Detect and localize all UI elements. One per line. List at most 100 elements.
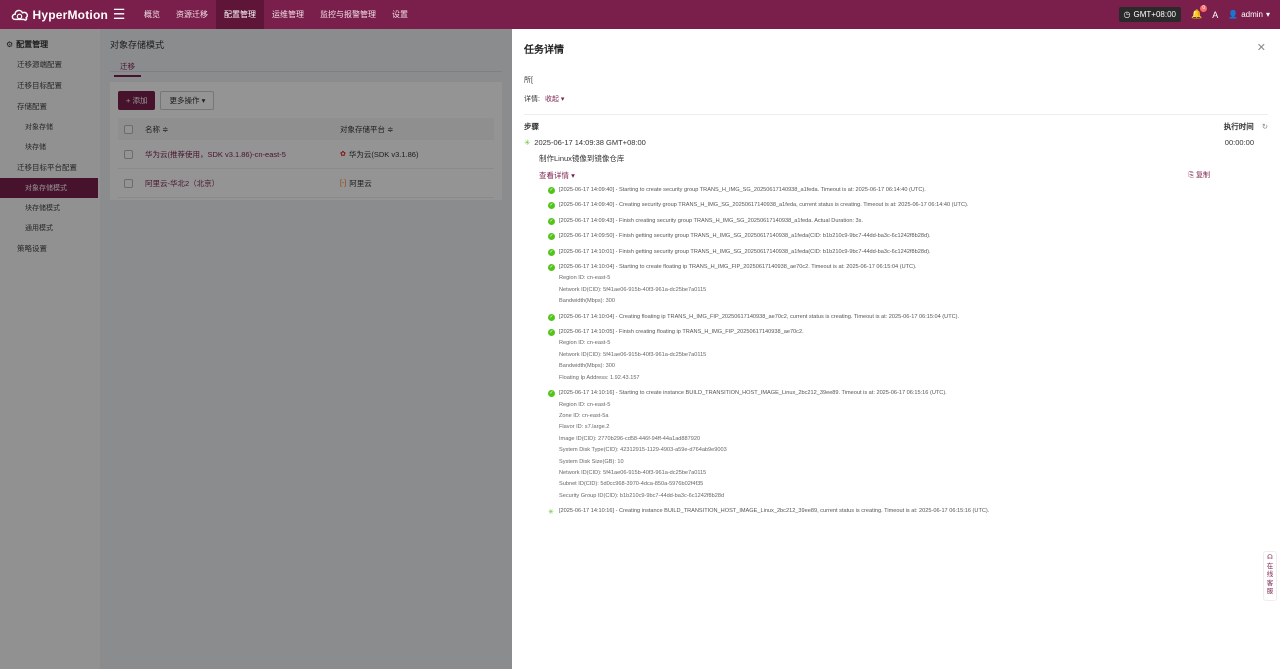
top-bar: HyperMotion ☰ 概览 资源迁移 配置管理 运维管理 监控与报警管理 …	[0, 0, 1280, 29]
user-name: admin	[1241, 10, 1263, 19]
log-text: System Disk Type(CID): 42312915-1129-490…	[559, 447, 727, 454]
chevron-down-icon: ▾	[560, 96, 565, 103]
log-text: [2025-06-17 14:09:40] - Starting to crea…	[559, 187, 926, 193]
support-char: 线	[1266, 571, 1274, 578]
log-entry: ✓ [2025-06-17 14:10:04] - Creating floati…	[548, 312, 1268, 323]
log-text: Image ID(CID): 2770b296-cd58-446f-94ff-4…	[559, 435, 701, 442]
online-support-label: 在线客服	[1264, 563, 1276, 597]
log-detail: System Disk Size(GB): 10	[548, 457, 1268, 468]
drawer-info-label: 所[	[524, 77, 533, 84]
check-circle-icon: ✓	[548, 202, 555, 210]
log-entry: ✓ [2025-06-17 14:09:40] - Creating securi…	[548, 200, 1268, 211]
close-icon[interactable]: ✕	[1257, 41, 1266, 54]
log-entry: ✓ [2025-06-17 14:10:05] - Finish creating…	[548, 327, 1268, 338]
nav-settings[interactable]: 设置	[384, 0, 416, 29]
collapse-toggle[interactable]: 收起 ▾	[545, 94, 564, 104]
check-circle-icon: ✓	[548, 264, 555, 272]
log-text: Network ID(CID): 5f41ae06-915b-40f3-961a…	[559, 469, 707, 476]
nav-overview[interactable]: 概览	[136, 0, 168, 29]
step-name: 制作Linux镜像到镜像仓库	[539, 154, 625, 163]
log-list: ✓ [2025-06-17 14:09:40] - Starting to cre…	[548, 185, 1268, 518]
log-detail: Bandwidth(Mbps): 300	[548, 296, 1268, 307]
support-char: 客	[1266, 579, 1274, 587]
log-entry: ✓ [2025-06-17 14:10:01] - Finish getting …	[548, 247, 1268, 258]
log-text: Zone ID: cn-east-5a	[559, 412, 609, 419]
timezone-selector[interactable]: ◷ GMT+08:00	[1118, 7, 1181, 22]
check-circle-icon: ✓	[548, 329, 555, 337]
copy-button[interactable]: ⎘ 复制	[1188, 170, 1210, 181]
log-text: Subnet ID(CID): 5d0cc968-3970-4dca-850a-…	[559, 481, 704, 488]
log-entry: ✓ [2025-06-17 14:10:04] - Starting to cre…	[548, 262, 1268, 273]
log-detail: Flavor ID: s7.large.2	[548, 422, 1268, 433]
step-duration: 00:00:00	[1224, 138, 1254, 147]
step-row: ✳ 2025-06-17 14:09:38 GMT+08:00 00:00:00	[524, 138, 1268, 147]
exec-time-label: 执行时间	[1223, 122, 1254, 131]
cloud-logo-icon	[11, 9, 28, 21]
drawer-title: 任务详情	[524, 45, 564, 56]
log-text: [2025-06-17 14:10:01] - Finish getting s…	[559, 248, 931, 255]
log-text: [2025-06-17 14:10:05] - Finish creating …	[559, 329, 804, 336]
log-detail: Network ID(CID): 5f41ae06-915b-40f3-961a…	[548, 350, 1268, 361]
log-text: Region ID: cn-east-5	[559, 340, 611, 347]
step-time: 2025-06-17 14:09:38 GMT+08:00	[534, 138, 646, 147]
log-text: Floating Ip Address: 1.92.43.157	[559, 374, 640, 381]
nav-ops[interactable]: 运维管理	[264, 0, 312, 29]
view-details-row: 查看详情 ▾ ⎘ 复制	[539, 170, 1268, 181]
user-menu[interactable]: 👤 admin ▾	[1228, 10, 1270, 19]
log-text: Security Group ID(CID): b1b210c9-9bc7-44…	[559, 492, 725, 499]
log-text: Bandwidth(Mbps): 300	[559, 363, 615, 370]
log-detail: Network ID(CID): 5f41ae06-915b-40f3-961a…	[548, 468, 1268, 479]
log-entry: ✓ [2025-06-17 14:09:43] - Finish creating…	[548, 216, 1268, 227]
clock-icon: ◷	[1123, 10, 1131, 19]
nav-migration[interactable]: 资源迁移	[168, 0, 216, 29]
bell-icon[interactable]: 🔔 0	[1191, 5, 1208, 20]
user-icon: 👤	[1228, 10, 1239, 19]
copy-label: 复制	[1196, 172, 1210, 179]
log-detail: Floating Ip Address: 1.92.43.157	[548, 373, 1268, 384]
collapse-label: 收起	[544, 96, 559, 103]
notify-badge: 0	[1200, 5, 1208, 12]
copy-icon: ⎘	[1188, 172, 1195, 179]
loading-icon: ✳	[548, 509, 554, 517]
check-circle-icon: ✓	[548, 248, 555, 256]
nav-config[interactable]: 配置管理	[216, 0, 264, 29]
log-text: [2025-06-17 14:09:43] - Finish creating …	[559, 217, 864, 224]
log-entry: ✓ [2025-06-17 14:09:40] - Starting to cre…	[548, 185, 1268, 196]
log-text: [2025-06-17 14:10:16] - Creating instanc…	[559, 508, 990, 515]
language-icon[interactable]: A	[1212, 10, 1218, 20]
app-name: HyperMotion	[32, 7, 108, 22]
log-text: Region ID: cn-east-5	[559, 401, 611, 408]
log-text: Flavor ID: s7.large.2	[559, 424, 610, 431]
task-detail-drawer: 任务详情 ✕ 所[ 详情: 收起 ▾ 步骤 执行时间 ↻ ✳ 2025-06-17…	[512, 29, 1280, 669]
view-details-link[interactable]: 查看详情 ▾	[539, 170, 575, 181]
log-text: [2025-06-17 14:09:50] - Finish getting s…	[559, 233, 931, 240]
main-nav: 概览 资源迁移 配置管理 运维管理 监控与报警管理 设置	[136, 0, 416, 29]
check-circle-icon: ✓	[548, 313, 555, 321]
log-text: [2025-06-17 14:10:04] - Starting to crea…	[559, 264, 917, 271]
log-entry: ✳ [2025-06-17 14:10:16] - Creating instan…	[548, 506, 1268, 517]
detail-row: 详情: 收起 ▾	[524, 94, 1268, 104]
online-support-button[interactable]: ☊ 在线客服	[1263, 551, 1277, 601]
log-text: Bandwidth(Mbps): 300	[559, 298, 615, 305]
log-detail: Image ID(CID): 2770b296-cd58-446f-94ff-4…	[548, 434, 1268, 445]
log-detail: Subnet ID(CID): 5d0cc968-3970-4dca-850a-…	[548, 479, 1268, 490]
check-circle-icon: ✓	[548, 217, 555, 225]
log-detail: Region ID: cn-east-5	[548, 400, 1268, 411]
log-detail: Bandwidth(Mbps): 300	[548, 361, 1268, 372]
support-char: 服	[1266, 588, 1274, 595]
steps-header: 步骤 执行时间 ↻	[524, 114, 1268, 132]
log-detail: Network ID(CID): 5f41ae06-915b-40f3-961a…	[548, 285, 1268, 296]
headset-icon: ☊	[1267, 554, 1273, 561]
log-entry: ✓ [2025-06-17 14:09:50] - Finish getting …	[548, 231, 1268, 242]
modal-overlay[interactable]	[0, 29, 512, 669]
refresh-icon[interactable]: ↻	[1262, 122, 1268, 131]
loading-icon: ✳	[524, 138, 531, 147]
log-text: Network ID(CID): 5f41ae06-915b-40f3-961a…	[559, 351, 707, 358]
log-text: [2025-06-17 14:10:04] - Creating floatin…	[559, 313, 960, 320]
chevron-down-icon: ▾	[1265, 10, 1270, 19]
app-logo[interactable]: HyperMotion	[0, 4, 108, 26]
nav-monitor[interactable]: 监控与报警管理	[312, 0, 384, 29]
menu-toggle-icon[interactable]: ☰	[108, 6, 130, 23]
chevron-down-icon: ▾	[571, 171, 575, 180]
log-text: System Disk Size(GB): 10	[559, 458, 624, 465]
